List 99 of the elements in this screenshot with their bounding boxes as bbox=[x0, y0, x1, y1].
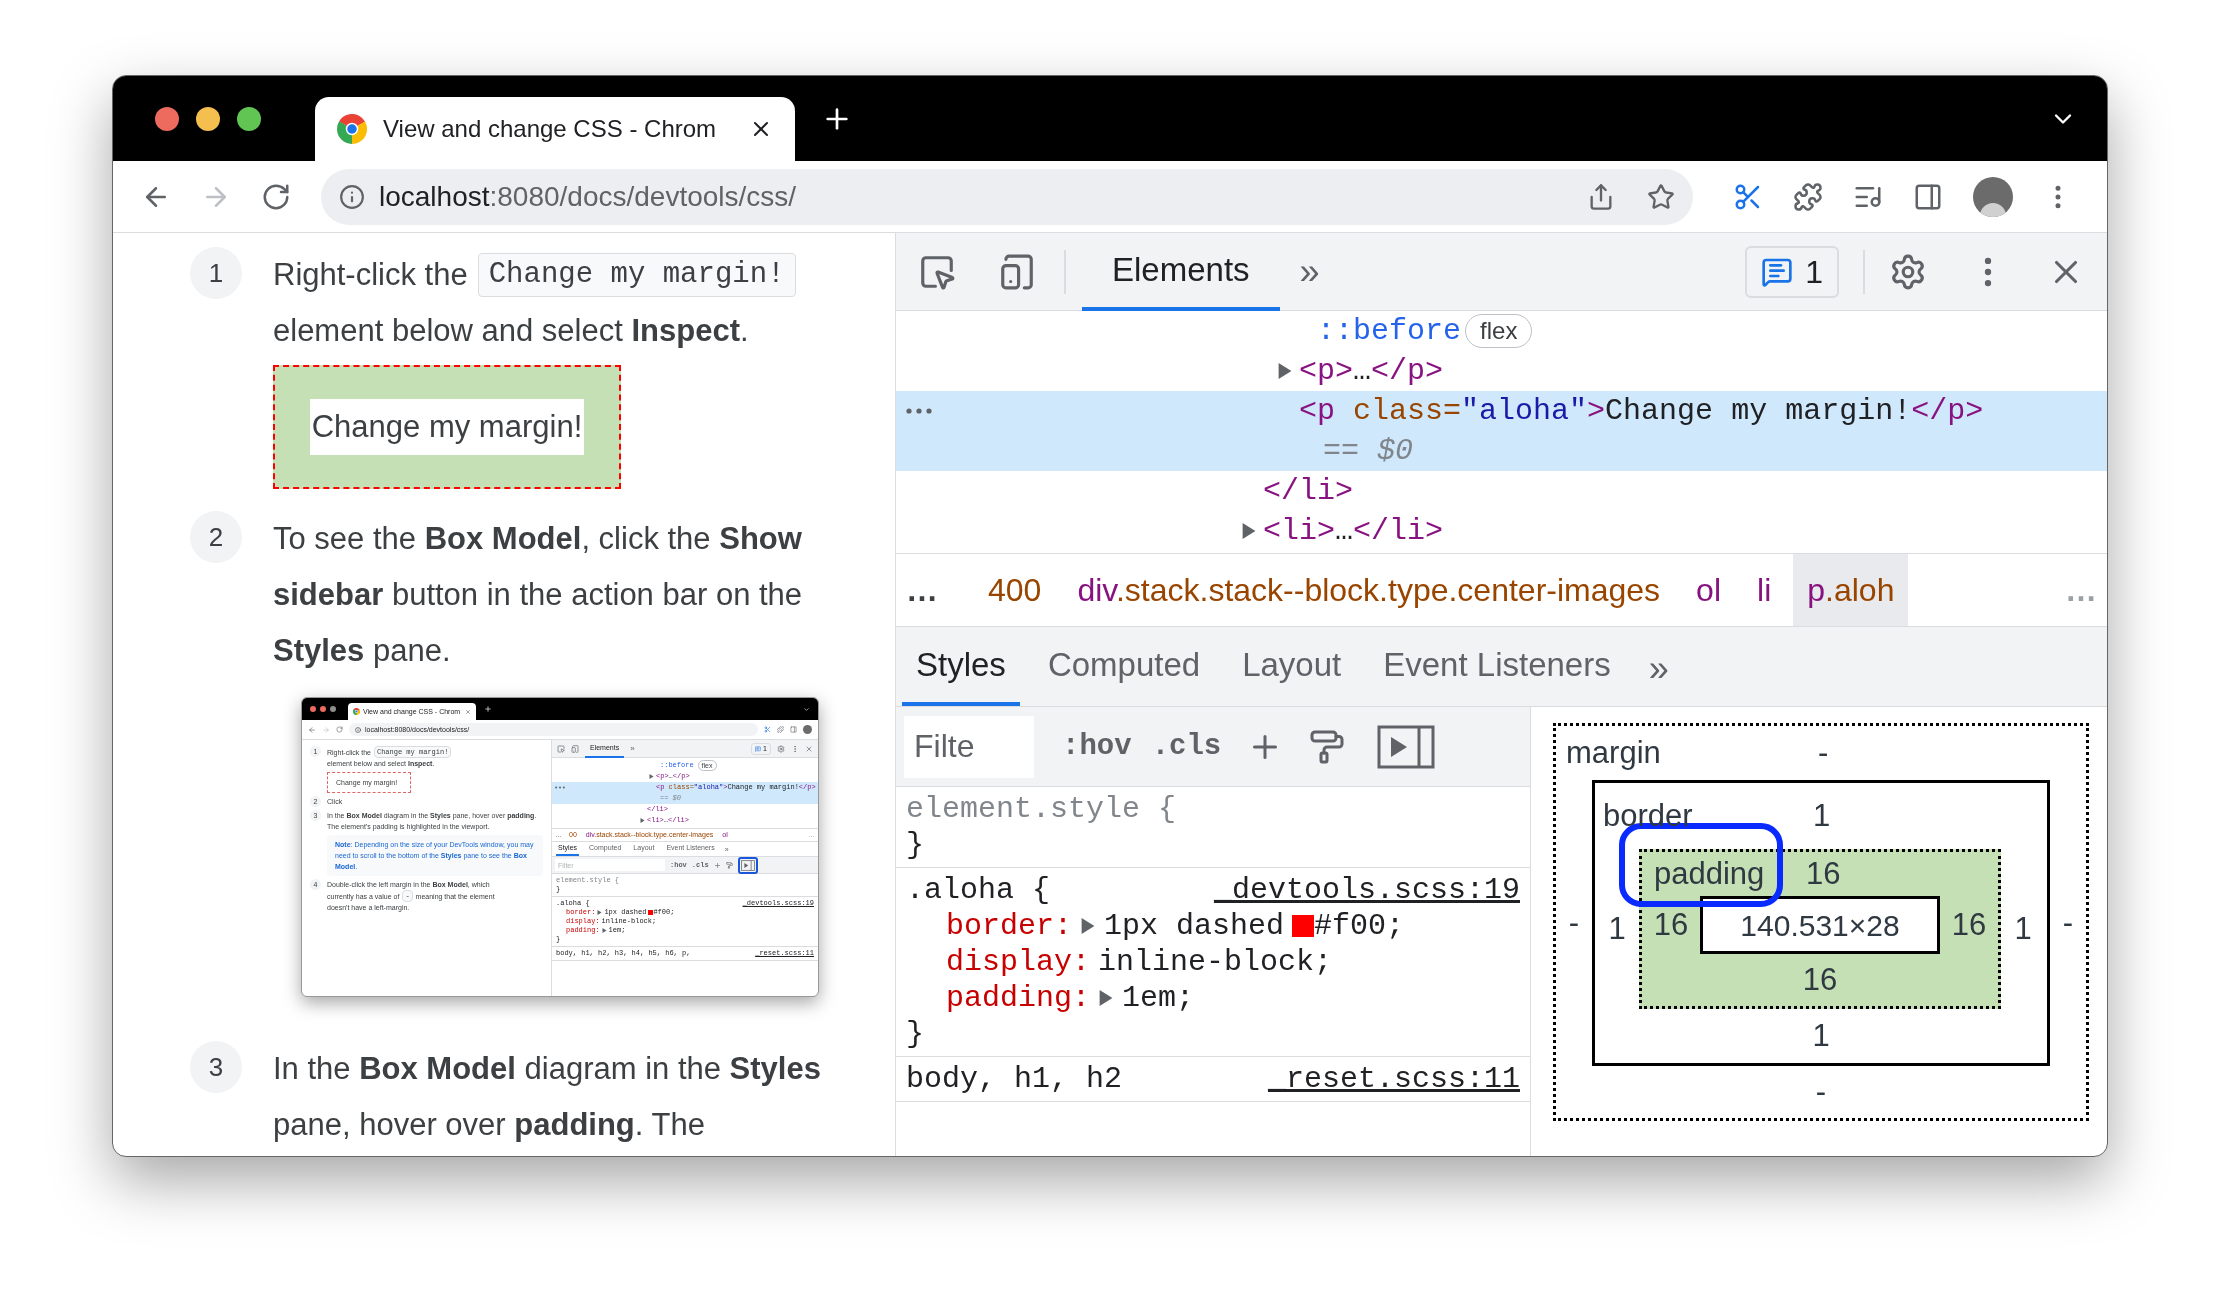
pane-tab[interactable]: Event Listeners bbox=[1369, 628, 1625, 706]
step-text: element below and select Inspect. bbox=[273, 312, 749, 350]
info-icon[interactable] bbox=[339, 183, 365, 210]
padding-label: padding bbox=[1654, 854, 1765, 893]
dom-node[interactable]: <li>…</li> bbox=[1263, 511, 1444, 551]
color-swatch[interactable] bbox=[1292, 915, 1315, 937]
step-text: To see the Box Model, click the Show sidebar button in the action bar on the Styles pane. bbox=[273, 520, 804, 670]
sidebar-icon[interactable] bbox=[790, 726, 797, 733]
border-value[interactable]: 1 bbox=[1812, 1012, 1830, 1060]
margin-value[interactable]: - bbox=[1568, 899, 1580, 947]
sidebar-toggle-button[interactable] bbox=[737, 856, 758, 874]
border-value[interactable]: 1 bbox=[1608, 905, 1626, 953]
css-property[interactable]: border: bbox=[946, 908, 1073, 944]
margin-value[interactable]: - bbox=[2062, 899, 2074, 947]
dom-node[interactable]: ::before bbox=[1317, 311, 1462, 351]
padding-value[interactable]: 16 bbox=[1951, 901, 1987, 949]
demo-element: Change my margin! bbox=[273, 365, 621, 489]
padding-value[interactable]: 16 bbox=[1806, 850, 1841, 898]
css-value[interactable]: 1em; bbox=[1122, 980, 1195, 1016]
hover-state-button[interactable]: :hov bbox=[1062, 724, 1132, 769]
step-number: 3 bbox=[190, 1041, 242, 1093]
breadcrumb[interactable]: 400 bbox=[974, 554, 1056, 626]
padding-value[interactable]: 16 bbox=[1802, 956, 1838, 1004]
css-value[interactable]: #f00; bbox=[1314, 908, 1405, 944]
settings-icon[interactable] bbox=[1889, 252, 1927, 291]
expand-triangle-icon[interactable] bbox=[1098, 990, 1115, 1006]
settings-icon[interactable] bbox=[777, 744, 785, 753]
breadcrumb[interactable]: p.aloh bbox=[1793, 554, 1909, 626]
inline-code: Change my margin! bbox=[477, 253, 796, 297]
breadcrumb-overflow[interactable]: … bbox=[906, 566, 966, 614]
expand-triangle-icon[interactable] bbox=[1080, 918, 1097, 934]
css-selector: element.style { bbox=[906, 791, 1177, 827]
browser-tab[interactable]: View and change CSS - Chrom bbox=[315, 97, 795, 161]
message-icon bbox=[755, 745, 762, 752]
step-number: 2 bbox=[190, 511, 242, 563]
inspect-icon[interactable] bbox=[557, 744, 565, 753]
step-number: 1 bbox=[190, 247, 242, 299]
color-swatch[interactable] bbox=[648, 910, 654, 915]
css-value[interactable]: inline-block; bbox=[1098, 944, 1333, 980]
css-property[interactable]: padding: bbox=[946, 980, 1091, 1016]
step-text: Right-click the bbox=[273, 256, 468, 294]
margin-value[interactable]: - bbox=[1815, 1068, 1827, 1116]
more-icon[interactable] bbox=[555, 786, 565, 789]
new-tab-icon[interactable] bbox=[484, 705, 492, 713]
issues-button[interactable]: 1 bbox=[1745, 245, 1839, 298]
margin-value[interactable]: - bbox=[1818, 729, 1829, 777]
tab-title: View and change CSS - Chrom bbox=[383, 114, 717, 144]
expand-triangle-icon[interactable] bbox=[649, 774, 654, 779]
paint-roller-icon[interactable] bbox=[725, 861, 733, 869]
expand-triangle-icon[interactable] bbox=[640, 818, 645, 823]
expand-triangle-icon[interactable] bbox=[601, 928, 607, 933]
paint-roller-icon[interactable] bbox=[1309, 728, 1346, 765]
content-size: 140.531×28 bbox=[1740, 907, 1900, 944]
device-toolbar-icon[interactable] bbox=[998, 252, 1036, 291]
dom-node[interactable]: <p>…</p> bbox=[1299, 351, 1444, 391]
pane-tab[interactable]: Computed bbox=[1033, 628, 1215, 706]
address-bar[interactable]: localhost:8080/docs/devtools/css/ bbox=[321, 168, 1693, 225]
avatar[interactable] bbox=[1973, 176, 2013, 217]
border-value[interactable]: 1 bbox=[1813, 792, 1831, 840]
source-link[interactable]: _devtools.scss:19 bbox=[1213, 872, 1520, 908]
css-closing-brace: } bbox=[906, 827, 925, 863]
padding-value[interactable]: 16 bbox=[1653, 901, 1689, 949]
filter-field[interactable]: Filte bbox=[904, 715, 1034, 778]
more-tabs-button[interactable]: » bbox=[630, 743, 635, 754]
more-tabs-button[interactable]: » bbox=[1299, 244, 1320, 299]
border-value[interactable]: 1 bbox=[2014, 905, 2032, 953]
more-tabs-button[interactable]: » bbox=[1648, 632, 1669, 706]
menu-icon[interactable] bbox=[791, 744, 799, 753]
breadcrumb[interactable]: div.stack.stack--block.type.center-images bbox=[1063, 554, 1675, 626]
puzzle-icon[interactable] bbox=[1793, 181, 1823, 212]
expand-triangle-icon[interactable] bbox=[1241, 523, 1257, 539]
info-icon[interactable] bbox=[355, 726, 361, 733]
css-closing-brace: } bbox=[906, 1016, 925, 1052]
source-link[interactable]: _reset.scss:11 bbox=[1267, 1061, 1520, 1097]
more-icon[interactable] bbox=[906, 408, 932, 414]
css-property[interactable]: display: bbox=[946, 944, 1091, 980]
class-toggle-button[interactable]: .cls bbox=[1151, 724, 1222, 769]
dom-closing-tag[interactable]: </li> bbox=[1263, 471, 1353, 511]
url-text: localhost:8080/docs/devtools/css/ bbox=[379, 179, 797, 214]
expand-triangle-icon[interactable] bbox=[597, 910, 603, 915]
step-text: In the Box Model diagram in the Styles pane, hover over padding. The bbox=[273, 1050, 822, 1144]
scissors-icon[interactable] bbox=[764, 726, 771, 733]
css-selector: body, h1, h2 bbox=[906, 1061, 1123, 1097]
dom-node[interactable]: <p class="aloha">Change my margin!</p> bbox=[1299, 391, 1984, 431]
expand-triangle-icon[interactable] bbox=[1277, 363, 1293, 379]
content-box[interactable]: 140.531×28 bbox=[1700, 896, 1940, 954]
margin-label: margin bbox=[1566, 733, 1661, 772]
css-selector: .aloha { bbox=[906, 872, 1051, 908]
devtools-tab[interactable]: Elements bbox=[1082, 232, 1280, 311]
browser-logo-icon bbox=[337, 114, 367, 144]
pane-tab[interactable]: Layout bbox=[1228, 628, 1356, 706]
avatar[interactable] bbox=[803, 725, 812, 734]
browser-logo-icon bbox=[353, 708, 360, 715]
padding-box[interactable]: padding 16 16 140.531×28 16 16 bbox=[1639, 849, 2001, 1009]
breadcrumb[interactable]: li bbox=[1743, 554, 1786, 626]
star-icon[interactable] bbox=[1647, 182, 1675, 211]
css-value[interactable]: 1px dashed bbox=[1104, 908, 1285, 944]
selected-node-reference: == $0 bbox=[1322, 433, 1414, 470]
breadcrumb[interactable]: ol bbox=[1682, 554, 1735, 626]
